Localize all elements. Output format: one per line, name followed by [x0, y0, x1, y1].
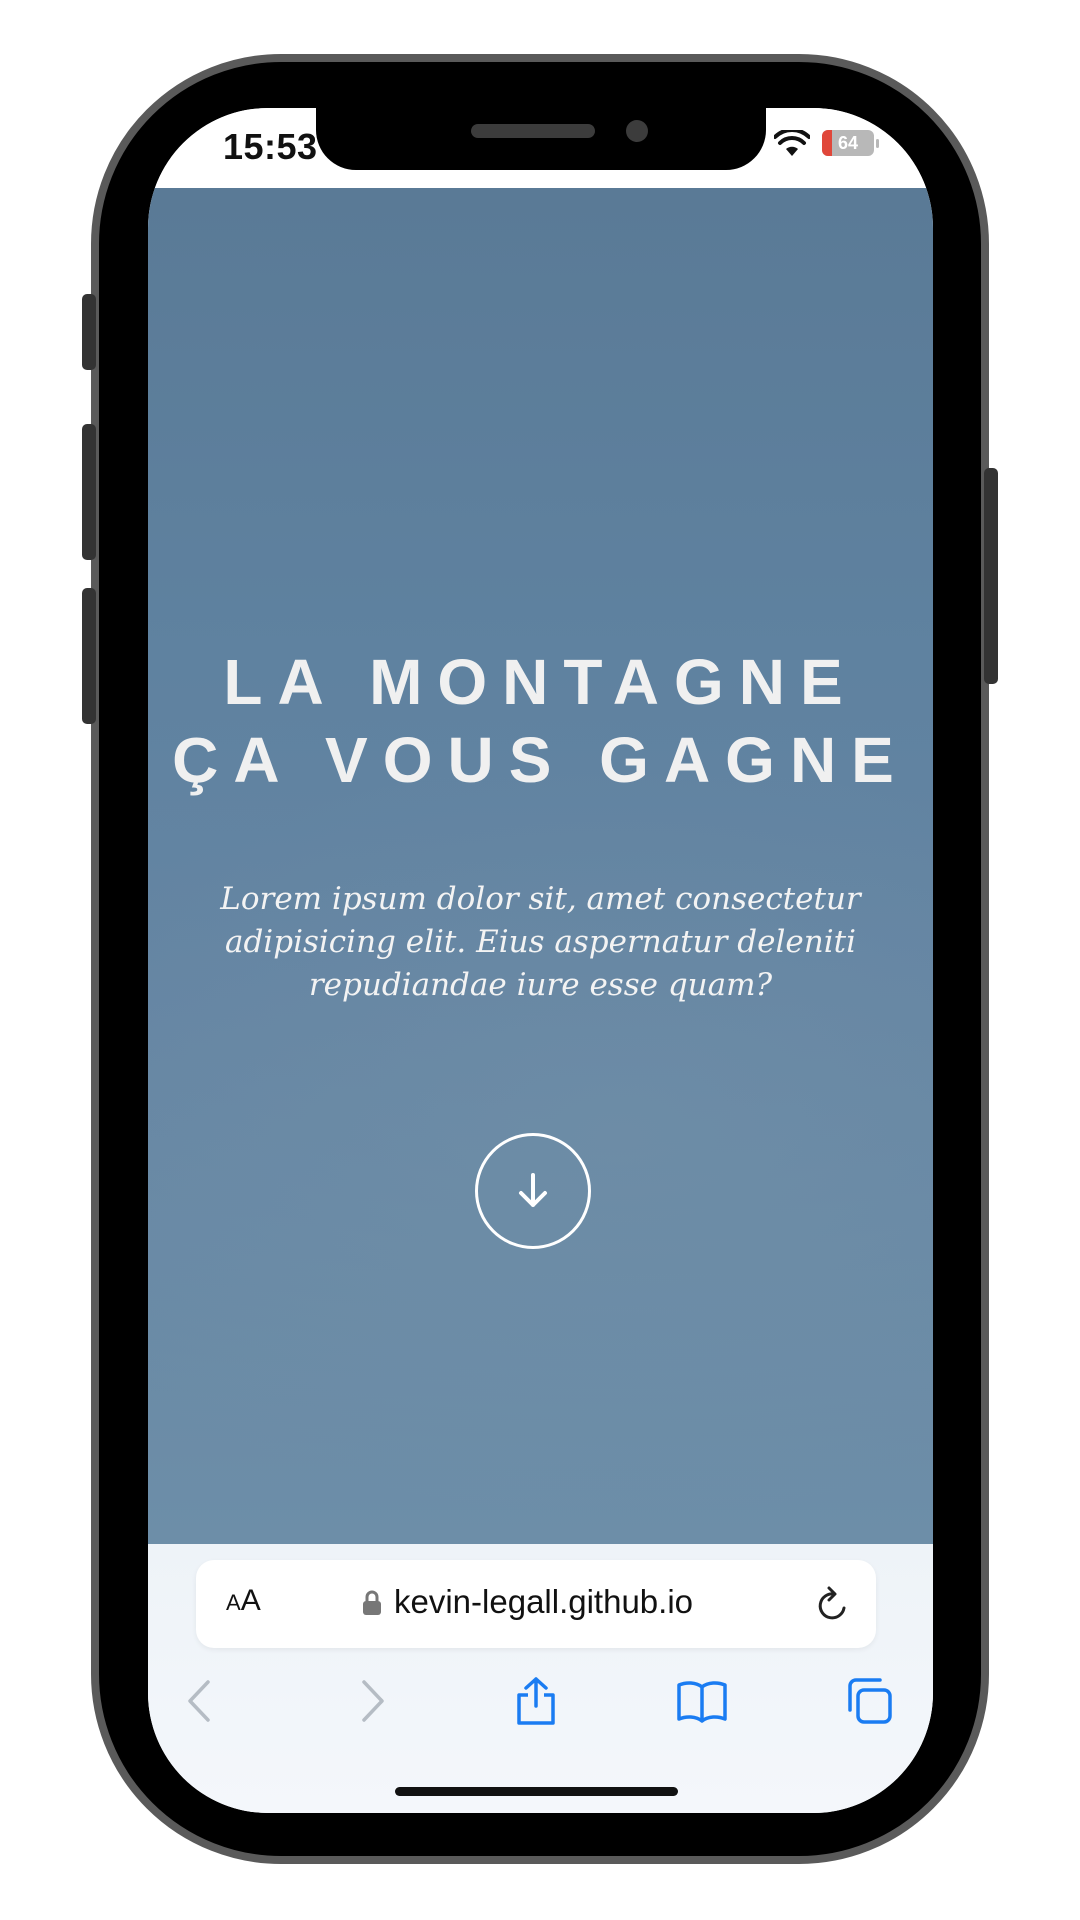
status-time: 15:53	[223, 126, 318, 167]
hero-title: LA MONTAGNE ÇA VOUS GAGNE	[148, 643, 933, 799]
notch	[316, 108, 766, 170]
battery-icon: 64	[822, 130, 874, 156]
text-size-button[interactable]: AA	[226, 1584, 261, 1618]
battery-nub	[876, 139, 879, 148]
text-size-large-a: A	[240, 1584, 261, 1617]
lock-icon	[363, 1590, 381, 1615]
home-indicator	[395, 1787, 678, 1796]
share-icon[interactable]	[513, 1676, 559, 1726]
volume-down-button	[82, 588, 96, 724]
tabs-icon[interactable]	[846, 1676, 894, 1726]
scroll-down-button[interactable]	[475, 1133, 591, 1249]
speaker-grille	[471, 124, 595, 138]
hero-subtitle: Lorem ipsum dolor sit, amet consectetur …	[220, 881, 861, 1003]
hero-title-line-2: ÇA VOUS GAGNE	[172, 724, 909, 796]
hero-section: LA MONTAGNE ÇA VOUS GAGNE Lorem ipsum do…	[148, 188, 933, 1544]
address-bar[interactable]: AA kevin-legall.github.io	[196, 1560, 876, 1648]
url-text[interactable]: kevin-legall.github.io	[394, 1583, 693, 1621]
front-camera	[626, 120, 648, 142]
status-bar: 15:53 64	[148, 108, 933, 188]
phone-screen: 15:53 64 LA MONTAGNE ÇA VOUS GAGNE Lorem…	[148, 108, 933, 1813]
bookmarks-icon[interactable]	[676, 1676, 728, 1726]
back-icon[interactable]	[184, 1676, 214, 1726]
forward-icon[interactable]	[358, 1676, 388, 1726]
power-button	[984, 468, 998, 684]
volume-up-button	[82, 424, 96, 560]
battery-level: 64	[837, 132, 859, 153]
text-size-small-a: A	[226, 1590, 241, 1615]
reload-icon[interactable]	[814, 1584, 852, 1624]
arrow-down-icon	[519, 1173, 547, 1207]
wifi-icon	[774, 130, 810, 156]
browser-toolbar: AA kevin-legall.github.io	[148, 1544, 933, 1813]
hero-title-line-1: LA MONTAGNE	[223, 646, 858, 718]
mute-switch	[82, 294, 96, 370]
